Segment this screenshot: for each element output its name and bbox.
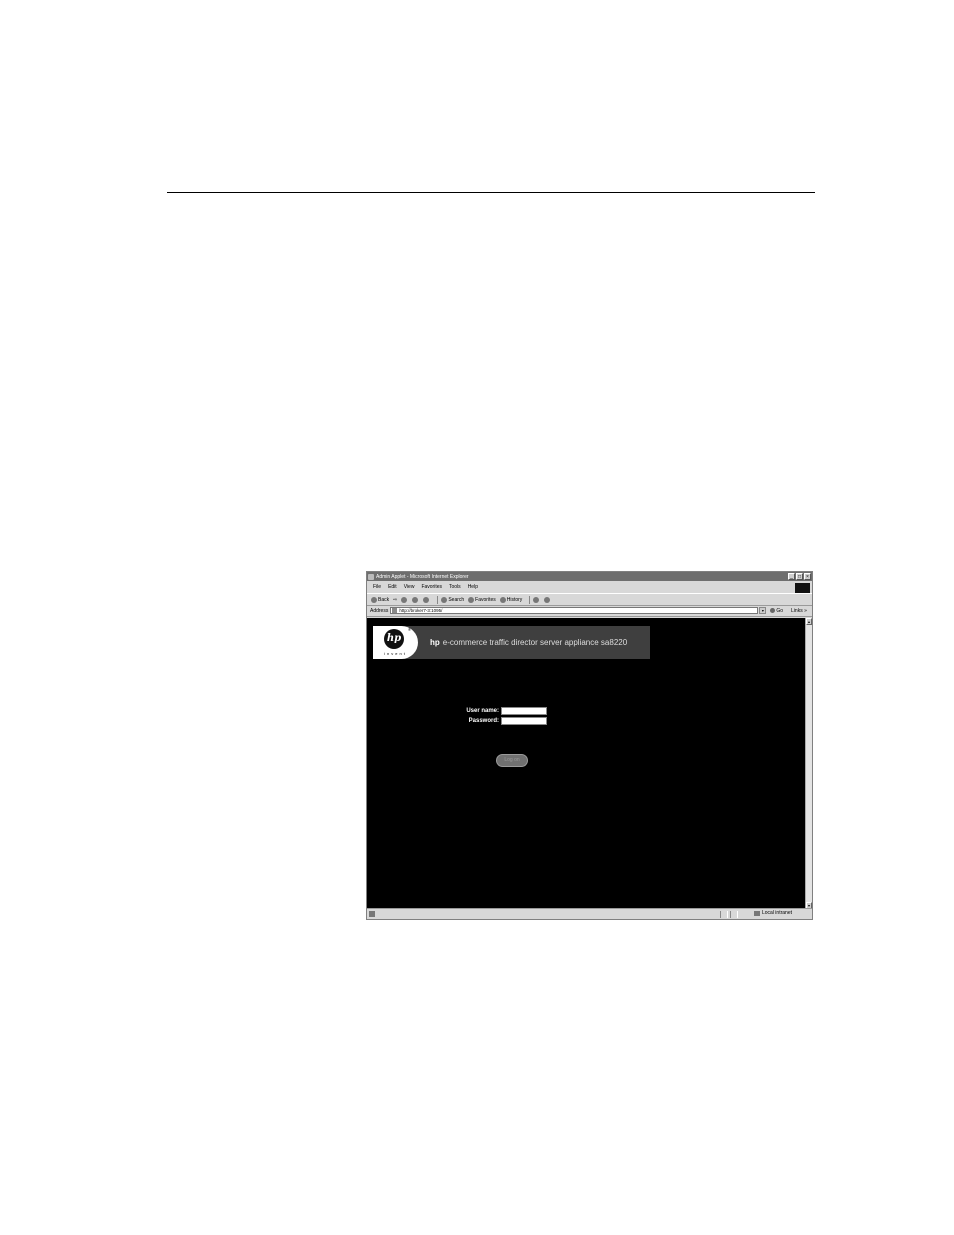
go-label: Go (776, 607, 784, 614)
close-button[interactable]: × (804, 573, 811, 580)
address-dropdown-button[interactable]: ▾ (759, 607, 767, 614)
registered-icon: ® (408, 627, 411, 632)
search-button[interactable]: Search (441, 596, 465, 603)
browser-window: Admin Applet - Microsoft Internet Explor… (366, 571, 813, 920)
hp-logo-mark: hp (384, 629, 404, 649)
ie-icon (368, 573, 374, 580)
product-banner: hp ® invent hp e-commerce traffic directo… (373, 626, 650, 659)
favorites-label: Favorites (475, 596, 496, 603)
search-icon (441, 596, 448, 603)
history-label: History (506, 596, 523, 603)
refresh-icon (412, 596, 419, 603)
go-button[interactable]: Go (770, 608, 783, 614)
header-rule (167, 192, 815, 193)
back-arrow-icon (371, 596, 377, 603)
home-button[interactable] (423, 596, 430, 603)
window-title: Admin Applet - Microsoft Internet Explor… (376, 573, 469, 580)
favorites-icon (468, 596, 475, 603)
username-input[interactable] (501, 707, 547, 715)
stop-button[interactable] (401, 596, 408, 603)
password-row: Password: (447, 716, 547, 726)
print-icon (544, 596, 551, 603)
mail-button[interactable] (533, 596, 540, 603)
hp-logo: hp ® invent (373, 626, 418, 659)
menu-file[interactable]: File (373, 584, 381, 590)
stop-icon (401, 596, 408, 603)
history-button[interactable]: History (499, 596, 523, 603)
history-icon (499, 596, 506, 603)
maximize-button[interactable]: □ (796, 573, 803, 580)
log-on-button[interactable]: Log on (496, 754, 528, 767)
forward-button[interactable]: ⇨ (393, 597, 397, 603)
password-input[interactable] (501, 717, 547, 725)
banner-brand: hp (430, 638, 440, 647)
address-input[interactable]: http://broker7-3:1095/ (390, 607, 759, 614)
menu-view[interactable]: View (404, 584, 415, 590)
password-label: Password: (468, 718, 499, 724)
menu-bar: File Edit View Favorites Tools Help (367, 582, 812, 591)
status-cell (720, 910, 728, 918)
title-bar[interactable]: Admin Applet - Microsoft Internet Explor… (367, 572, 812, 581)
address-url: http://broker7-3:1095/ (399, 608, 443, 613)
scroll-up-button[interactable]: ▴ (806, 618, 812, 625)
banner-product: e-commerce traffic director server appli… (442, 638, 628, 647)
banner-title: hp e-commerce traffic director server app… (430, 638, 627, 647)
security-zone: Local intranet (753, 910, 792, 916)
login-form: User name: Password: (447, 706, 547, 726)
vertical-scrollbar[interactable]: ▴ ▾ (805, 618, 812, 909)
status-bar: Local intranet (367, 908, 812, 919)
print-button[interactable] (544, 596, 551, 603)
search-label: Search (448, 596, 465, 603)
menu-favorites[interactable]: Favorites (421, 584, 442, 590)
zone-label: Local intranet (761, 910, 792, 916)
menu-edit[interactable]: Edit (388, 584, 397, 590)
home-icon (423, 596, 430, 603)
username-label: User name: (466, 708, 499, 714)
refresh-button[interactable] (412, 596, 419, 603)
menu-tools[interactable]: Tools (449, 584, 461, 590)
minimize-button[interactable]: _ (788, 573, 795, 580)
address-label: Address (370, 607, 389, 614)
intranet-icon (753, 910, 760, 916)
window-controls: _ □ × (788, 573, 811, 580)
address-bar: Address http://broker7-3:1095/ ▾ Go Link… (367, 605, 812, 617)
back-button[interactable]: Back (371, 596, 390, 603)
favorites-button[interactable]: Favorites (468, 596, 496, 603)
menu-help[interactable]: Help (468, 584, 478, 590)
page-status-icon (369, 911, 375, 917)
page-content: hp ® invent hp e-commerce traffic directo… (367, 618, 806, 909)
links-button[interactable]: Links » (791, 608, 807, 614)
toolbar-separator (529, 595, 531, 604)
toolbar-separator (437, 595, 439, 604)
username-row: User name: (447, 706, 547, 716)
back-label: Back (378, 596, 390, 603)
go-arrow-icon (770, 608, 776, 613)
status-cell (730, 910, 738, 918)
mail-icon (533, 596, 540, 603)
page-icon (392, 608, 398, 613)
hp-tagline: invent (384, 651, 407, 656)
